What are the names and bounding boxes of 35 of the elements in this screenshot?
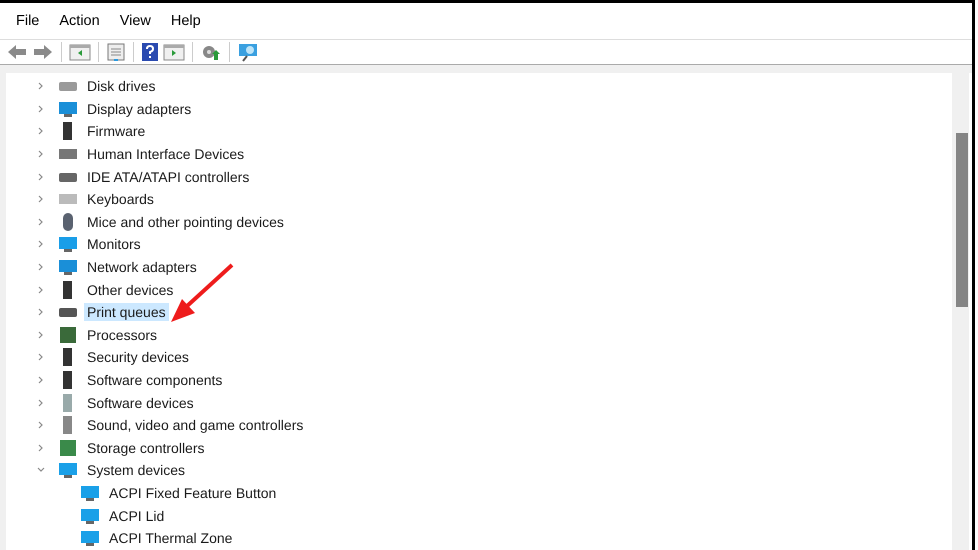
monitor-icon	[58, 234, 78, 254]
tree-item[interactable]: Software devices	[84, 394, 197, 412]
tree-item[interactable]: ACPI Lid	[106, 506, 168, 525]
scrollbar[interactable]	[952, 73, 969, 550]
menu-item[interactable]: File	[6, 13, 50, 29]
tree-item[interactable]: Storage controllers	[84, 438, 208, 457]
tree-item[interactable]: System devices	[84, 461, 188, 480]
tree-item[interactable]: Keyboards	[84, 190, 157, 208]
menu-item[interactable]: View	[110, 13, 161, 29]
tree-item[interactable]: Display adapters	[84, 100, 194, 118]
pane-icon[interactable]	[163, 42, 185, 62]
tree-item[interactable]: Firmware	[84, 122, 148, 140]
tree-item[interactable]: Mice and other pointing devices	[84, 212, 287, 231]
tree-item[interactable]: Software components	[84, 371, 226, 390]
properties-icon[interactable]	[106, 42, 126, 62]
tree-item[interactable]: Human Interface Devices	[84, 145, 248, 164]
menu-item[interactable]: Help	[160, 13, 211, 29]
help-icon[interactable]	[141, 42, 159, 62]
pane-icon[interactable]	[69, 42, 91, 62]
tree-item[interactable]: Other devices	[84, 280, 176, 299]
tree-item[interactable]: Disk drives	[84, 77, 158, 96]
menu-item[interactable]: Action	[49, 13, 110, 29]
tree-item[interactable]: Monitors	[84, 235, 144, 254]
tree-item[interactable]: ACPI Thermal Zone	[106, 529, 236, 548]
tree-item[interactable]: Security devices	[84, 348, 192, 366]
scrollbar-thumb[interactable]	[956, 133, 968, 307]
tree-item[interactable]: Network adapters	[84, 258, 200, 276]
tree-item[interactable]: IDE ATA/ATAPI controllers	[84, 168, 252, 186]
tree-item[interactable]: Sound, video and game controllers	[84, 416, 306, 434]
monitor-search-icon[interactable]	[237, 42, 259, 62]
tree-item[interactable]: Processors	[84, 326, 160, 344]
computer-icon	[58, 460, 78, 480]
tree-item[interactable]: ACPI Fixed Feature Button	[106, 484, 280, 502]
tree-item[interactable]: Print queues	[84, 303, 169, 322]
computer-icon	[80, 528, 100, 548]
